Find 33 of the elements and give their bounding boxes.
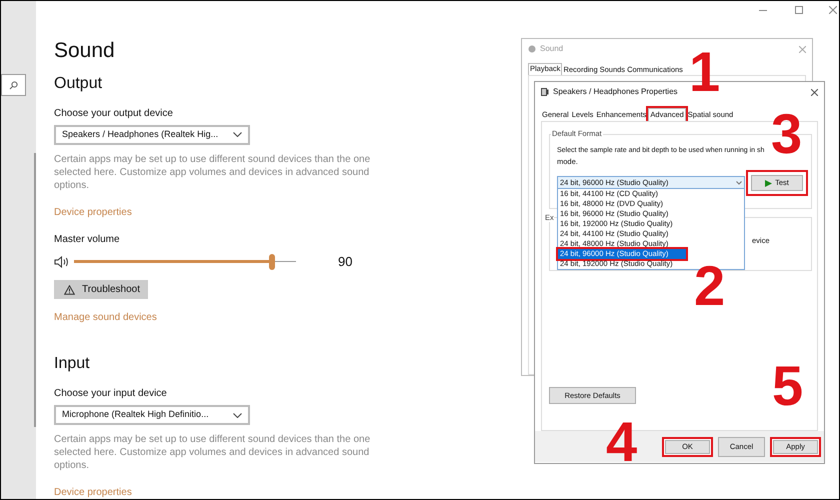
field-label: Choose your input device xyxy=(54,387,168,400)
volume-slider[interactable] xyxy=(74,254,296,270)
help-text: Certain apps may be set up to use different sound devices than the one selected here. Customize app volumes and devices in advanced sound options. xyxy=(54,152,372,192)
scrollbar[interactable] xyxy=(34,153,36,427)
dialog-title: Sound xyxy=(540,43,564,55)
slider-thumb[interactable] xyxy=(268,254,275,270)
search-field[interactable] xyxy=(1,74,26,96)
dialog-title: Speakers / Headphones Properties xyxy=(553,86,678,98)
minimize-icon[interactable] xyxy=(759,10,767,12)
device-dropdown[interactable]: Speakers / Headphones (Realtek Hig... xyxy=(54,125,250,145)
maximize-icon[interactable] xyxy=(795,6,803,14)
step-number: 5 xyxy=(772,365,804,407)
field-label: Choose your output device xyxy=(54,107,174,120)
troubleshoot-button[interactable]: Troubleshoot xyxy=(54,280,148,300)
warning-icon xyxy=(64,284,75,294)
help-text: Certain apps may be set up to use different sound devices than the one selected here. Customize app volumes and devices in advanced sound options. xyxy=(54,433,372,472)
field-label: Master volume xyxy=(54,232,121,246)
search-icon xyxy=(9,80,18,90)
section-heading: Output xyxy=(54,74,104,94)
close-icon[interactable] xyxy=(811,88,818,96)
close-icon[interactable] xyxy=(829,6,837,14)
play-icon xyxy=(765,180,772,186)
chevron-down-icon xyxy=(233,132,242,138)
step-number: 2 xyxy=(694,265,726,307)
section-heading: Input xyxy=(54,354,91,374)
chevron-down-icon xyxy=(233,412,242,418)
step-number: 1 xyxy=(689,51,720,93)
chevron-down-icon xyxy=(736,180,742,184)
volume-value: 90 xyxy=(338,253,352,272)
device-dropdown[interactable]: Microphone (Realtek High Definitio... xyxy=(54,405,250,425)
step-number: 4 xyxy=(606,421,638,463)
page-title: Sound xyxy=(54,38,116,64)
step-number: 3 xyxy=(771,113,802,155)
